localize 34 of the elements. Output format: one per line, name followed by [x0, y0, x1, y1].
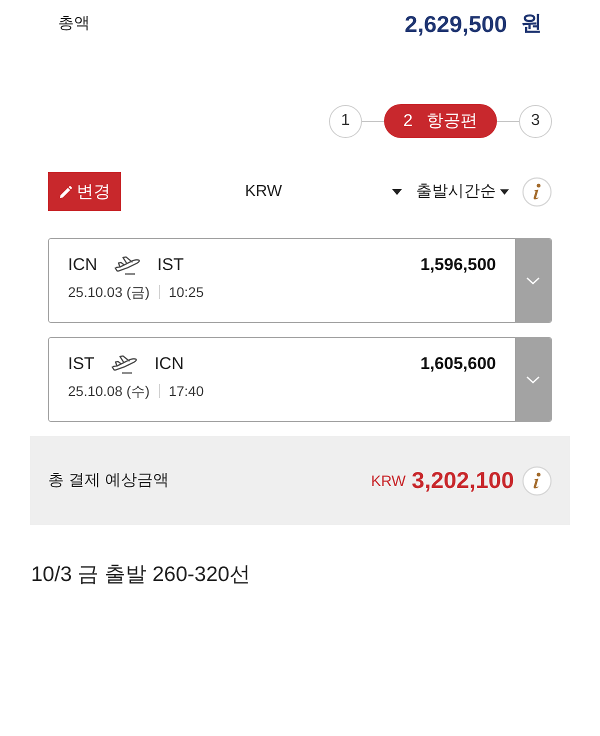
- pencil-icon: [58, 186, 72, 199]
- summary-label: 총 결제 예상금액: [48, 470, 169, 490]
- caret-icon: [500, 188, 509, 194]
- step-tab[interactable]: 2 항공편: [384, 104, 497, 138]
- arrival-code: ICN: [154, 353, 184, 376]
- departure-code: IST: [68, 353, 94, 376]
- chevron-down-icon: [526, 376, 540, 384]
- total-label: 총액: [58, 14, 90, 34]
- caret-icon: [392, 188, 402, 194]
- fare-price: 1,605,600: [420, 353, 496, 376]
- total-amount: 2,629,500: [404, 10, 507, 38]
- info-icon[interactable]: [522, 176, 552, 206]
- arrival-code: IST: [157, 254, 184, 276]
- note-text: 10/3 금 출발 260-320선: [31, 562, 252, 588]
- departure-time: 10:25: [168, 282, 204, 302]
- departure-code: ICN: [68, 254, 98, 276]
- sort-dropdown[interactable]: 출발시간순: [416, 172, 509, 211]
- step-connector: [497, 120, 519, 122]
- departure-date: 25.10.03 (금): [68, 282, 150, 302]
- info-icon[interactable]: [522, 466, 552, 496]
- fare-price: 1,596,500: [420, 254, 496, 276]
- step-tab[interactable]: 3: [519, 104, 552, 138]
- summary-amount: 3,202,100: [412, 466, 514, 496]
- departure-time: 17:40: [168, 382, 204, 400]
- airplane-icon: [111, 354, 138, 374]
- airplane-icon: [114, 255, 142, 275]
- edit-button[interactable]: 변경: [48, 172, 121, 211]
- currency-unit: 원: [521, 11, 542, 37]
- chevron-down-icon: [526, 276, 540, 284]
- departure-date: 25.10.08 (수): [68, 382, 150, 401]
- summary-currency: KRW: [370, 472, 406, 492]
- currency-dropdown[interactable]: KRW: [131, 172, 402, 211]
- step-tab[interactable]: 1: [329, 104, 362, 138]
- step-connector: [362, 120, 384, 122]
